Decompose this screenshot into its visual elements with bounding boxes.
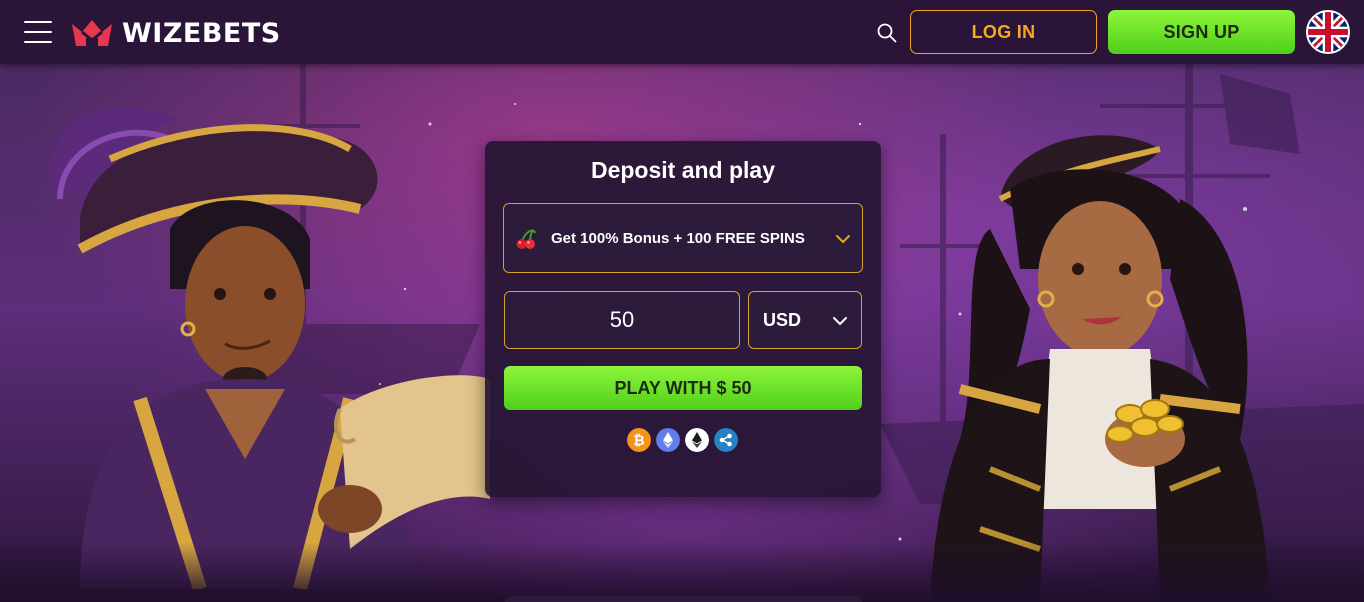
login-button[interactable]: LOG IN	[910, 10, 1097, 54]
male-pirate-illustration	[49, 107, 490, 589]
chevron-down-icon	[836, 235, 850, 243]
currency-label: USD	[763, 310, 802, 330]
uk-flag-icon	[1308, 12, 1348, 52]
signup-button[interactable]: SIGN UP	[1108, 10, 1295, 54]
brand-logo[interactable]: WIZEBETS	[68, 14, 281, 52]
cherry-icon	[516, 229, 536, 249]
female-pirate-illustration	[930, 135, 1270, 599]
search-button[interactable]	[874, 20, 900, 46]
bottom-tab-peek	[505, 596, 862, 602]
bitcoin-icon: ₿	[627, 428, 651, 452]
bonus-dropdown[interactable]: Get 100% Bonus + 100 FREE SPINS	[503, 203, 863, 273]
ripple-icon	[714, 428, 738, 452]
ethereum-classic-icon	[685, 428, 709, 452]
deposit-panel: Deposit and play Get 100% Bonus + 100 FR…	[485, 141, 881, 497]
top-header: WIZEBETS LOG IN SIGN UP	[0, 0, 1364, 64]
currency-dropdown[interactable]: USD	[748, 291, 862, 349]
bonus-label: Get 100% Bonus + 100 FREE SPINS	[551, 230, 805, 247]
payment-methods: ₿	[627, 428, 738, 452]
deposit-amount-input[interactable]	[504, 291, 740, 349]
search-icon	[877, 23, 897, 43]
hamburger-menu-icon[interactable]	[24, 21, 52, 43]
ethereum-icon	[656, 428, 680, 452]
svg-text:₿: ₿	[633, 433, 644, 449]
brand-name: WIZEBETS	[122, 17, 281, 49]
crown-logo-icon	[72, 20, 112, 46]
language-selector[interactable]	[1306, 10, 1350, 54]
chevron-down-icon	[833, 317, 847, 325]
deposit-title: Deposit and play	[590, 157, 776, 183]
play-button[interactable]: PLAY WITH $ 50	[504, 366, 862, 410]
hero-bottom-fade	[0, 542, 1364, 602]
